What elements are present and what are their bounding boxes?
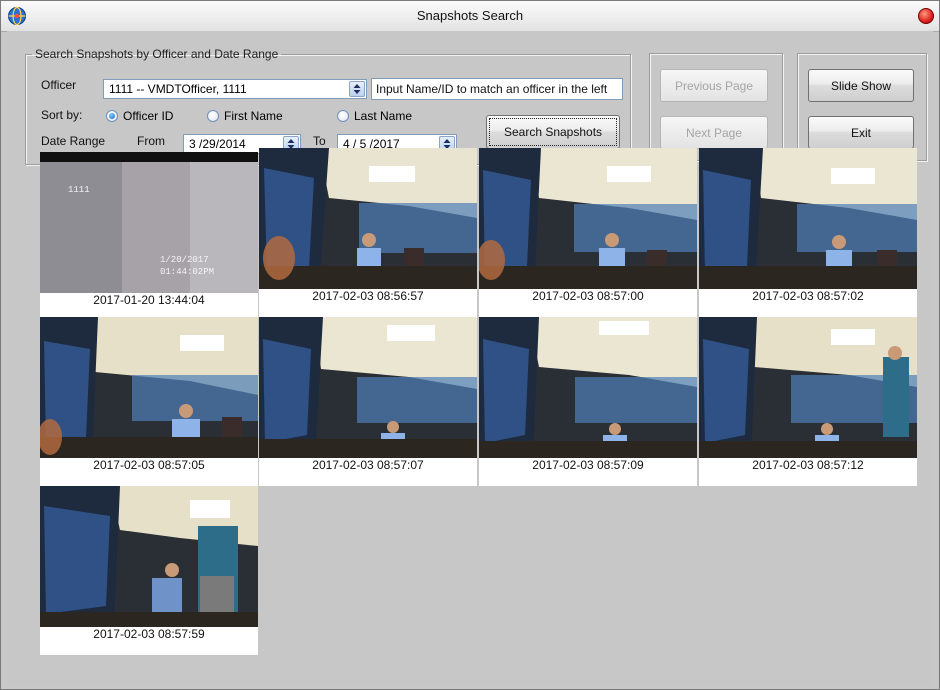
sort-first-name-radio[interactable]: First Name (207, 109, 283, 123)
snapshot-tile[interactable]: 2017-02-03 08:57:02 (699, 148, 917, 317)
snapshot-image (479, 148, 697, 289)
sort-by-label: Sort by: (41, 108, 83, 122)
snapshot-tile[interactable]: 2017-02-03 08:57:09 (479, 317, 697, 486)
snapshot-image (699, 148, 917, 289)
next-page-button[interactable]: Next Page (660, 116, 768, 149)
snapshot-timestamp: 2017-02-03 08:57:59 (93, 627, 205, 641)
snapshot-timestamp: 2017-02-03 08:57:07 (312, 458, 424, 472)
sort-first-name-label: First Name (224, 109, 283, 123)
snapshot-image (259, 317, 477, 458)
search-snapshots-button[interactable]: Search Snapshots (486, 115, 620, 149)
snapshot-tile[interactable]: 2017-02-03 08:57:59 (40, 486, 258, 655)
close-icon[interactable] (918, 8, 934, 24)
officer-select-value: 1111 -- VMDTOfficer, 1111 (109, 82, 247, 96)
previous-page-button[interactable]: Previous Page (660, 69, 768, 102)
snapshot-tile[interactable]: 2017-02-03 08:57:05 (40, 317, 258, 486)
snapshot-image: 1111 1/20/2017 01:44:02PM (40, 152, 258, 293)
snapshot-tile[interactable]: 2017-02-03 08:57:00 (479, 148, 697, 317)
snapshot-image (40, 317, 258, 458)
exit-button[interactable]: Exit (808, 116, 914, 149)
snapshot-tile[interactable]: 2017-02-03 08:57:12 (699, 317, 917, 486)
snapshot-timestamp: 2017-02-03 08:57:09 (532, 458, 644, 472)
overlay-time: 01:44:02PM (160, 267, 214, 277)
officer-select[interactable]: 1111 -- VMDTOfficer, 1111 (103, 79, 367, 99)
search-group-legend: Search Snapshots by Officer and Date Ran… (35, 47, 279, 61)
sort-last-name-radio[interactable]: Last Name (337, 109, 412, 123)
snapshot-image (699, 317, 917, 458)
snapshot-timestamp: 2017-02-03 08:56:57 (312, 289, 424, 303)
officer-match-input[interactable] (371, 78, 623, 100)
date-range-label: Date Range (41, 134, 106, 148)
snapshot-timestamp: 2017-02-03 08:57:05 (93, 458, 205, 472)
radio-unchecked-icon (337, 110, 349, 122)
overlay-date: 1/20/2017 (160, 255, 209, 265)
radio-checked-icon (106, 110, 118, 122)
snapshot-timestamp: 2017-01-20 13:44:04 (93, 293, 205, 307)
snapshot-tile[interactable]: 2017-02-03 08:57:07 (259, 317, 477, 486)
sort-officer-id-label: Officer ID (123, 109, 174, 123)
app-window: Snapshots Search Search Snapshots by Off… (0, 0, 940, 690)
snapshot-tile[interactable]: 1111 1/20/2017 01:44:02PM 2017-01-20 13:… (40, 152, 258, 321)
overlay-officer-id: 1111 (68, 185, 90, 195)
sort-officer-id-radio[interactable]: Officer ID (106, 109, 173, 123)
snapshot-image (479, 317, 697, 458)
radio-unchecked-icon (207, 110, 219, 122)
snapshot-image (40, 486, 258, 627)
slide-show-button[interactable]: Slide Show (808, 69, 914, 102)
snapshot-timestamp: 2017-02-03 08:57:00 (532, 289, 644, 303)
snapshot-grid: 1111 1/20/2017 01:44:02PM 2017-01-20 13:… (33, 148, 917, 656)
to-label: To (313, 134, 326, 148)
officer-spin-arrows-icon[interactable] (349, 81, 365, 97)
snapshot-tile[interactable]: 2017-02-03 08:56:57 (259, 148, 477, 317)
officer-label: Officer (41, 78, 77, 92)
title-bar[interactable]: Snapshots Search (1, 1, 939, 32)
snapshot-image (259, 148, 477, 289)
window-title: Snapshots Search (416, 8, 524, 23)
from-label: From (137, 134, 165, 148)
snapshot-timestamp: 2017-02-03 08:57:12 (752, 458, 864, 472)
snapshot-timestamp: 2017-02-03 08:57:02 (752, 289, 864, 303)
sort-last-name-label: Last Name (354, 109, 413, 123)
